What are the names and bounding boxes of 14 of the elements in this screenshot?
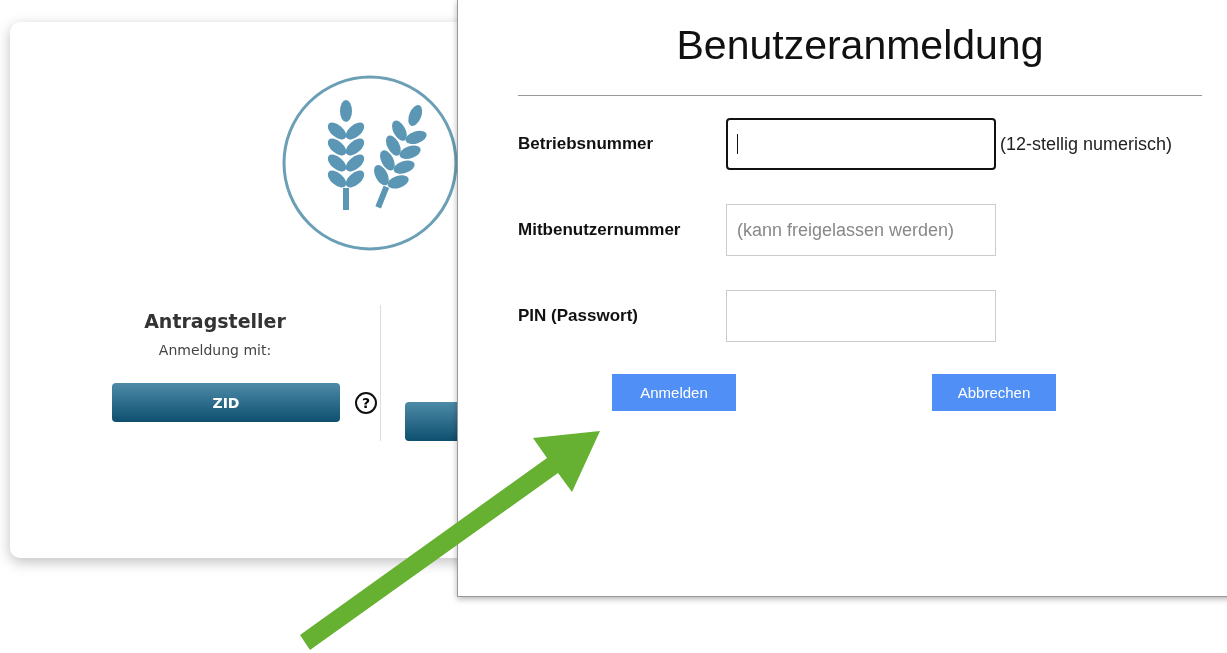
field-label: Mitbenutzernummer: [518, 220, 682, 240]
zid-button[interactable]: ZID: [112, 383, 340, 422]
card-subtitle: Anmeldung mit:: [158, 342, 272, 358]
text-cursor: [737, 134, 738, 154]
field-hint: (12-stellig numerisch): [1000, 133, 1173, 155]
help-icon[interactable]: ?: [354, 390, 378, 415]
field-label: PIN (Passwort): [518, 306, 639, 326]
wheat-icon: [280, 73, 460, 253]
cancel-button[interactable]: Abbrechen: [932, 374, 1056, 411]
dialog-title: Benutzeranmeldung: [675, 22, 1045, 69]
field-label: Betriebsnummer: [518, 134, 655, 154]
login-button[interactable]: Anmelden: [612, 374, 736, 411]
input-field[interactable]: [726, 118, 996, 170]
card-title: Antragsteller: [144, 310, 286, 332]
